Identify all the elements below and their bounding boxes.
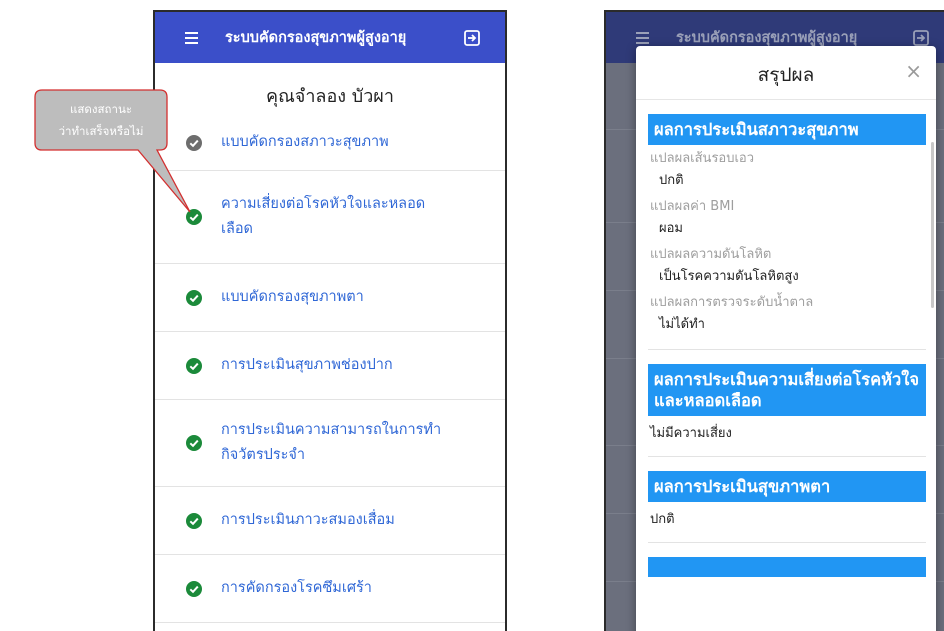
summary-modal: สรุปผล × ผลการประเมินสภาวะสุขภาพ แปลผลเส… — [636, 46, 936, 631]
check-circle-icon — [186, 435, 202, 451]
next-section-heading-partial — [648, 557, 926, 577]
check-circle-icon — [186, 289, 202, 306]
right-phone-screen: ระบบคัดกรองสุขภาพผู้สูงอายุ สรุปผล × ผลก… — [604, 10, 944, 631]
check-circle-icon — [186, 357, 202, 374]
blood-pressure-label: แปลผลความดันโลหิต — [650, 247, 772, 262]
cardio-risk-value: ไม่มีความเสี่ยง — [650, 426, 732, 441]
eye-health-section: ผลการประเมินสุขภาพตา ปกติ — [648, 471, 926, 543]
eye-health-value: ปกติ — [650, 512, 675, 527]
section-heading: ผลการประเมินสุขภาพตา — [648, 471, 926, 502]
modal-scrollbar[interactable] — [931, 142, 934, 308]
close-icon[interactable]: × — [905, 59, 922, 83]
blood-sugar-value: ไม่ได้ทำ — [659, 317, 705, 332]
form-item-label: การประเมินสุขภาพช่องปาก — [221, 357, 393, 373]
form-item-daily-activities[interactable]: การประเมินความสามารถในการทำ กิจวัตรประจำ — [155, 400, 505, 487]
callout-line-2: ว่าทำเสร็จหรือไม่ — [59, 123, 144, 138]
bmi-value: ผอม — [659, 221, 683, 236]
health-status-section: ผลการประเมินสภาวะสุขภาพ แปลผลเส้นรอบเอว … — [648, 114, 926, 350]
form-item-label: ความเสี่ยงต่อโรคหัวใจและหลอด เลือด — [221, 196, 426, 237]
check-circle-icon — [186, 580, 202, 597]
status-callout: แสดงสถานะ ว่าทำเสร็จหรือไม่ — [34, 89, 191, 213]
hamburger-menu-icon[interactable] — [185, 31, 211, 44]
logout-icon[interactable] — [463, 29, 481, 47]
form-item-label: แบบคัดกรองสภาวะสุขภาพ — [221, 134, 389, 150]
patient-name: คุณจำลอง บัวผา — [266, 86, 394, 107]
form-item-label: การประเมินความสามารถในการทำ กิจวัตรประจำ — [221, 422, 442, 463]
callout-line-1: แสดงสถานะ — [70, 102, 132, 116]
section-heading: ผลการประเมินความเสี่ยงต่อโรคหัวใจและหลอด… — [648, 364, 926, 416]
form-item-eye-screening[interactable]: แบบคัดกรองสุขภาพตา — [155, 264, 505, 332]
app-title: ระบบคัดกรองสุขภาพผู้สูงอายุ — [225, 30, 407, 46]
form-list: แบบคัดกรองสภาวะสุขภาพ ความเสี่ยงต่อโรคหั… — [155, 115, 505, 623]
waist-label: แปลผลเส้นรอบเอว — [650, 151, 755, 166]
bmi-label: แปลผลค่า BMI — [650, 199, 735, 214]
modal-header: สรุปผล × — [636, 46, 936, 100]
form-item-label: แบบคัดกรองสุขภาพตา — [221, 289, 364, 305]
left-phone-screen: ระบบคัดกรองสุขภาพผู้สูงอายุ คุณจำลอง บัว… — [153, 10, 507, 631]
form-item-cardio-risk[interactable]: ความเสี่ยงต่อโรคหัวใจและหลอด เลือด — [155, 171, 505, 264]
modal-body: ผลการประเมินสภาวะสุขภาพ แปลผลเส้นรอบเอว … — [636, 100, 936, 577]
form-item-depression[interactable]: การคัดกรองโรคซึมเศร้า — [155, 555, 505, 623]
app-bar: ระบบคัดกรองสุขภาพผู้สูงอายุ — [155, 12, 505, 63]
screenshot-canvas: ระบบคัดกรองสุขภาพผู้สูงอายุ คุณจำลอง บัว… — [0, 0, 944, 631]
modal-title: สรุปผล — [757, 64, 815, 86]
waist-value: ปกติ — [659, 173, 684, 188]
logout-icon — [913, 29, 929, 46]
form-item-label: การคัดกรองโรคซึมเศร้า — [221, 580, 372, 596]
cardio-risk-section: ผลการประเมินความเสี่ยงต่อโรคหัวใจและหลอด… — [648, 364, 926, 457]
blood-sugar-label: แปลผลการตรวจระดับน้ำตาล — [650, 295, 814, 310]
blood-pressure-value: เป็นโรคความดันโลหิตสูง — [659, 269, 799, 284]
section-heading: ผลการประเมินสภาวะสุขภาพ — [648, 114, 926, 145]
hamburger-menu-icon — [636, 31, 662, 44]
form-item-label: การประเมินภาวะสมองเสื่อม — [221, 512, 395, 528]
form-item-oral-health[interactable]: การประเมินสุขภาพช่องปาก — [155, 332, 505, 400]
check-circle-icon — [186, 512, 202, 529]
form-item-health-status[interactable]: แบบคัดกรองสภาวะสุขภาพ — [155, 115, 505, 171]
form-item-dementia[interactable]: การประเมินภาวะสมองเสื่อม — [155, 487, 505, 555]
